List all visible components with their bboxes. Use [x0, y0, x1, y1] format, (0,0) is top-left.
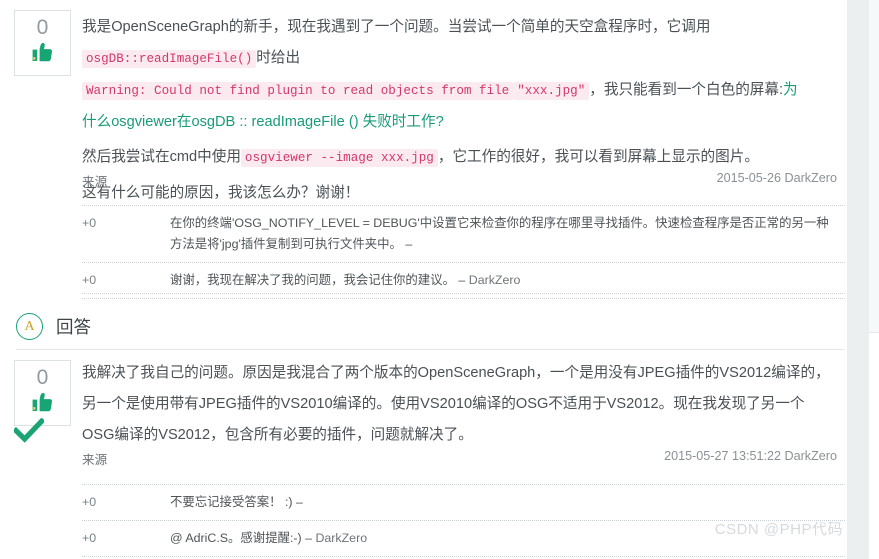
comment-author[interactable]: DarkZero	[315, 531, 367, 545]
page-root: 0 我是OpenSceneGraph的新手，现在我遇到了一个问题。当尝试一个简单…	[0, 0, 879, 559]
comment-score[interactable]: +0	[82, 270, 122, 291]
answer-paragraph: 我解决了我自己的问题。原因是我混合了两个版本的OpenSceneGraph，一个…	[82, 365, 830, 443]
comment-score[interactable]: +0	[82, 213, 122, 234]
inline-code-readimagefile: osgDB::readImageFile()	[82, 50, 257, 68]
thumbs-up-icon[interactable]	[15, 392, 70, 419]
answer-vote-box[interactable]: 0	[14, 360, 71, 426]
q-p1-text-a: 我是OpenSceneGraph的新手，现在我遇到了一个问题。当尝试一个简单的天…	[82, 19, 711, 35]
answer-comments: +0 不要忘记接受答案！ :) – +0 @ AdriC.S。感谢提醒:-) –…	[82, 484, 845, 557]
answers-section-title: 回答	[56, 317, 91, 337]
comment-row: +0 在你的终端'OSG_NOTIFY_LEVEL = DEBUG'中设置它来检…	[82, 205, 845, 262]
question-meta: 2015-05-26 DarkZero	[716, 171, 837, 185]
question-vote-box[interactable]: 0	[14, 10, 71, 76]
question-paragraph-2: 然后我尝试在cmd中使用 osgviewer --image xxx.jpg ，它工…	[82, 142, 800, 174]
answer-source-label[interactable]: 来源	[82, 449, 107, 468]
question-comments: +0 在你的终端'OSG_NOTIFY_LEVEL = DEBUG'中设置它来检…	[82, 205, 845, 299]
right-rail-card	[869, 332, 879, 559]
inline-code-xxxjpg: "xxx.jpg"	[513, 82, 590, 100]
question-source-row: 来源 2015-05-26 DarkZero	[82, 171, 837, 190]
answer-vote-count: 0	[36, 366, 49, 389]
question-vote-count: 0	[36, 16, 49, 39]
section-separator	[82, 293, 845, 294]
q-p2-text-a: 然后我尝试在cmd中使用	[82, 149, 241, 165]
answer-badge-icon: A	[16, 313, 43, 340]
comment-text: 谢谢，我现在解决了我的问题，我会记住你的建议。 – DarkZero	[170, 273, 521, 287]
answer-body: 我解决了我自己的问题。原因是我混合了两个版本的OpenSceneGraph，一个…	[82, 358, 832, 451]
comment-row: +0 不要忘记接受答案！ :) –	[82, 484, 845, 520]
answer-source-row: 来源 2015-05-27 13:51:22 DarkZero	[82, 449, 837, 468]
thumbs-up-icon[interactable]	[15, 42, 70, 69]
comment-score[interactable]: +0	[82, 492, 122, 513]
inline-code-osgviewer-cmd: osgviewer --image xxx.jpg	[240, 149, 438, 167]
comment-author[interactable]: DarkZero	[469, 273, 521, 287]
comment-text: 在你的终端'OSG_NOTIFY_LEVEL = DEBUG'中设置它来检查你的…	[170, 216, 829, 251]
question-paragraph-1: 我是OpenSceneGraph的新手，现在我遇到了一个问题。当尝试一个简单的天…	[82, 12, 800, 138]
answers-header-rule	[16, 349, 845, 350]
check-mark-icon	[12, 417, 46, 444]
comment-text: @ AdriC.S。感谢提醒:-) – DarkZero	[170, 531, 368, 545]
right-rail-gutter	[847, 0, 869, 559]
answer-meta: 2015-05-27 13:51:22 DarkZero	[664, 449, 837, 463]
comment-text: 不要忘记接受答案！ :) –	[170, 495, 303, 509]
q-p1-text-b: 时给出	[256, 50, 301, 66]
comment-score[interactable]: +0	[82, 528, 122, 549]
inline-code-warning: Warning: Could not find plugin to read o…	[82, 82, 514, 100]
q-p1-text-c: ，我只能看到一个白色的屏幕:	[589, 82, 784, 98]
comment-row: +0 @ AdriC.S。感谢提醒:-) – DarkZero	[82, 520, 845, 557]
answers-header: A 回答	[16, 313, 91, 340]
q-p2-text-b: ，它工作的很好，我可以看到屏幕上显示的图片。	[437, 149, 759, 165]
main-content-column: 0 我是OpenSceneGraph的新手，现在我遇到了一个问题。当尝试一个简单…	[0, 0, 847, 559]
question-source-label[interactable]: 来源	[82, 171, 107, 190]
